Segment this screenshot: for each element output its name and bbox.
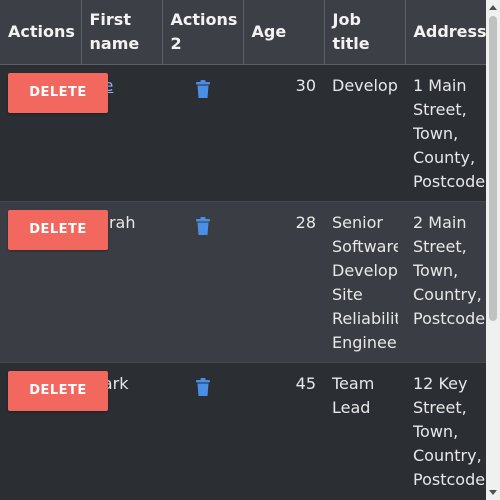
data-table: Actions First name Actions 2 Age Job tit… [0,0,500,500]
address-line: Town, [413,260,459,280]
age-cell: 30 [243,64,324,202]
scrollbar-thumb[interactable] [489,16,497,321]
table-body: Delete Joe 30 Developer 1 [0,64,500,500]
job-title-line: Site [332,284,363,304]
trash-icon[interactable] [195,79,210,98]
table-row: Delete Sarah 28 Senior Software Develope… [0,201,500,363]
address-line: 12 Key [413,373,468,393]
actions-2-cell [162,64,243,202]
age-cell: 28 [243,201,324,363]
address-line: 2 Main [413,212,467,232]
vertical-scrollbar[interactable] [486,0,500,500]
column-header-job-title[interactable]: Job title [324,0,406,65]
trash-icon[interactable] [195,216,210,235]
job-title-line: Senior [332,212,383,232]
address-line: Country, [413,445,482,465]
age-cell: 45 [243,362,324,500]
column-header-first-name[interactable]: First name [81,0,163,65]
job-title-line: Team [332,373,375,393]
table-header: Actions First name Actions 2 Age Job tit… [0,0,500,65]
delete-button[interactable]: Delete [8,72,108,113]
address-line: 1 Main [413,75,467,95]
job-title-line: Lead [332,397,371,417]
column-header-actions-2[interactable]: Actions 2 [162,0,244,65]
actions-cell: Delete [0,201,108,363]
address-line: Postcode [413,469,486,489]
actions-cell: Delete [0,64,108,202]
chevron-down-icon[interactable] [486,486,500,500]
table-row: Delete Mark 45 Team Lead 12 Key [0,362,500,500]
address-line: Street, [413,99,467,119]
address-line: Postcode [413,171,486,191]
job-title-line: Developer [332,260,398,280]
job-title-line: Software [332,236,398,256]
column-header-age[interactable]: Age [243,0,325,65]
job-title-cell: Senior Software Developer Site Reliabili… [324,201,405,363]
address-line: Street, [413,236,467,256]
chevron-up-icon[interactable] [486,0,500,14]
trash-icon[interactable] [195,377,210,396]
address-line: Postcode [413,308,486,328]
address-line: Town, [413,123,459,143]
job-title-cell: Developer [324,64,405,202]
delete-button[interactable]: Delete [8,209,108,250]
address-line: County, [413,147,476,167]
job-title-cell: Team Lead [324,362,405,500]
actions-2-cell [162,201,243,363]
job-title-line: Developer [332,75,398,95]
actions-cell: Delete [0,362,108,500]
address-line: Street, [413,397,467,417]
data-grid: Actions First name Actions 2 Age Job tit… [0,0,500,500]
table-row: Delete Joe 30 Developer 1 [0,64,500,202]
job-title-line: Engineer [332,332,398,352]
header-row: Actions First name Actions 2 Age Job tit… [0,0,500,65]
delete-button[interactable]: Delete [8,370,108,411]
address-line: Country, [413,284,482,304]
data-grid-viewport: Actions First name Actions 2 Age Job tit… [0,0,500,500]
job-title-line: Reliability [332,308,398,328]
actions-2-cell [162,362,243,500]
column-header-actions[interactable]: Actions [0,0,82,65]
address-line: Town, [413,421,459,441]
